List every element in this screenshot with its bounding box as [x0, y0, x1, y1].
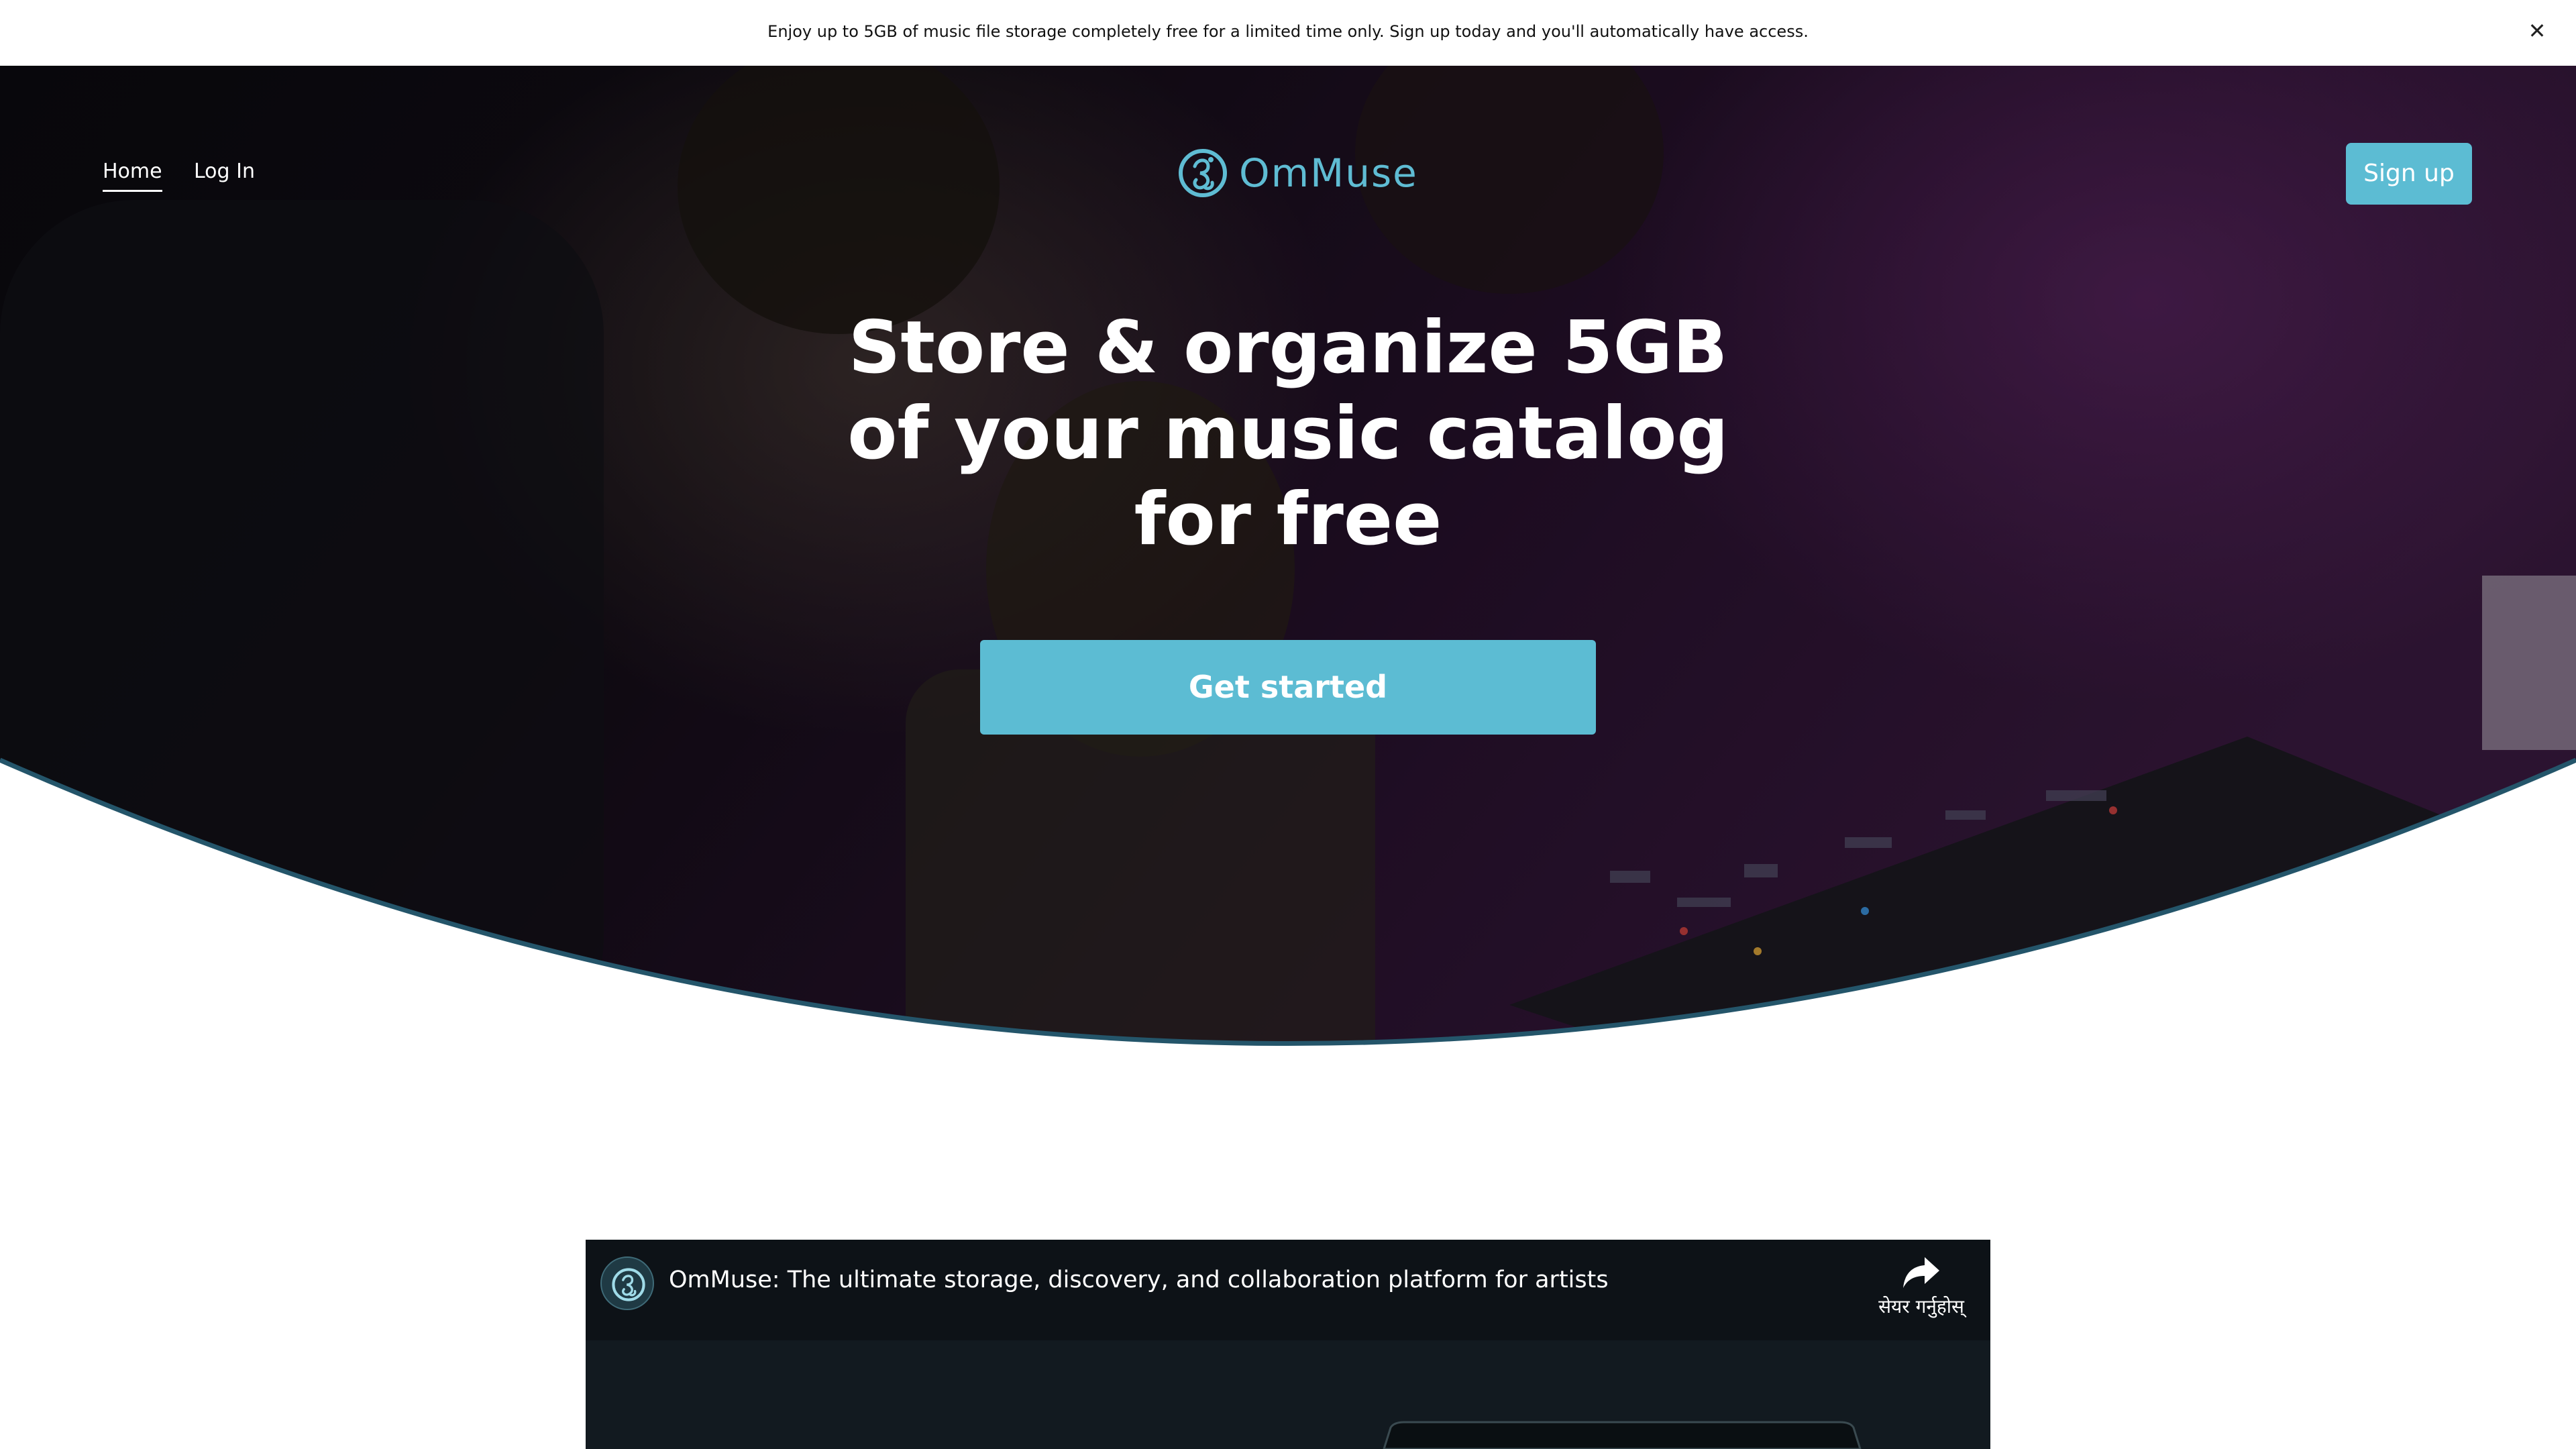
- hero-title: Store & organize 5GB of your music catal…: [785, 305, 1791, 563]
- hero-title-line: Store & organize 5GB: [848, 306, 1728, 390]
- channel-avatar[interactable]: [600, 1256, 654, 1310]
- share-icon: [1903, 1257, 1939, 1288]
- om-logo-icon: [612, 1268, 645, 1301]
- nav-login-link[interactable]: Log In: [194, 160, 255, 183]
- brand-logo[interactable]: OmMuse: [1177, 145, 1418, 201]
- signup-button[interactable]: Sign up: [2346, 143, 2472, 205]
- brand-name: OmMuse: [1239, 150, 1418, 196]
- video-embed[interactable]: OmMuse: The ultimate storage, discovery,…: [586, 1240, 1990, 1449]
- hero-title-line: for free: [1134, 478, 1442, 561]
- om-logo-icon: [1179, 149, 1227, 197]
- nav-home-link[interactable]: Home: [103, 160, 162, 192]
- close-icon[interactable]: ✕: [2522, 16, 2552, 46]
- video-share-button[interactable]: सेयर गर्नुहोस्: [1871, 1254, 1972, 1328]
- hero-section: Home Log In OmMuse Sign up Store & organ…: [0, 66, 2576, 1079]
- announcement-text: Enjoy up to 5GB of music file storage co…: [767, 22, 1809, 41]
- share-label: सेयर गर्नुहोस्: [1878, 1295, 1964, 1318]
- announcement-bar: Enjoy up to 5GB of music file storage co…: [0, 0, 2576, 66]
- get-started-button[interactable]: Get started: [980, 640, 1596, 735]
- video-title[interactable]: OmMuse: The ultimate storage, discovery,…: [669, 1267, 1609, 1293]
- hero-background-image: [0, 66, 2576, 1046]
- hero-title-line: of your music catalog: [847, 392, 1729, 476]
